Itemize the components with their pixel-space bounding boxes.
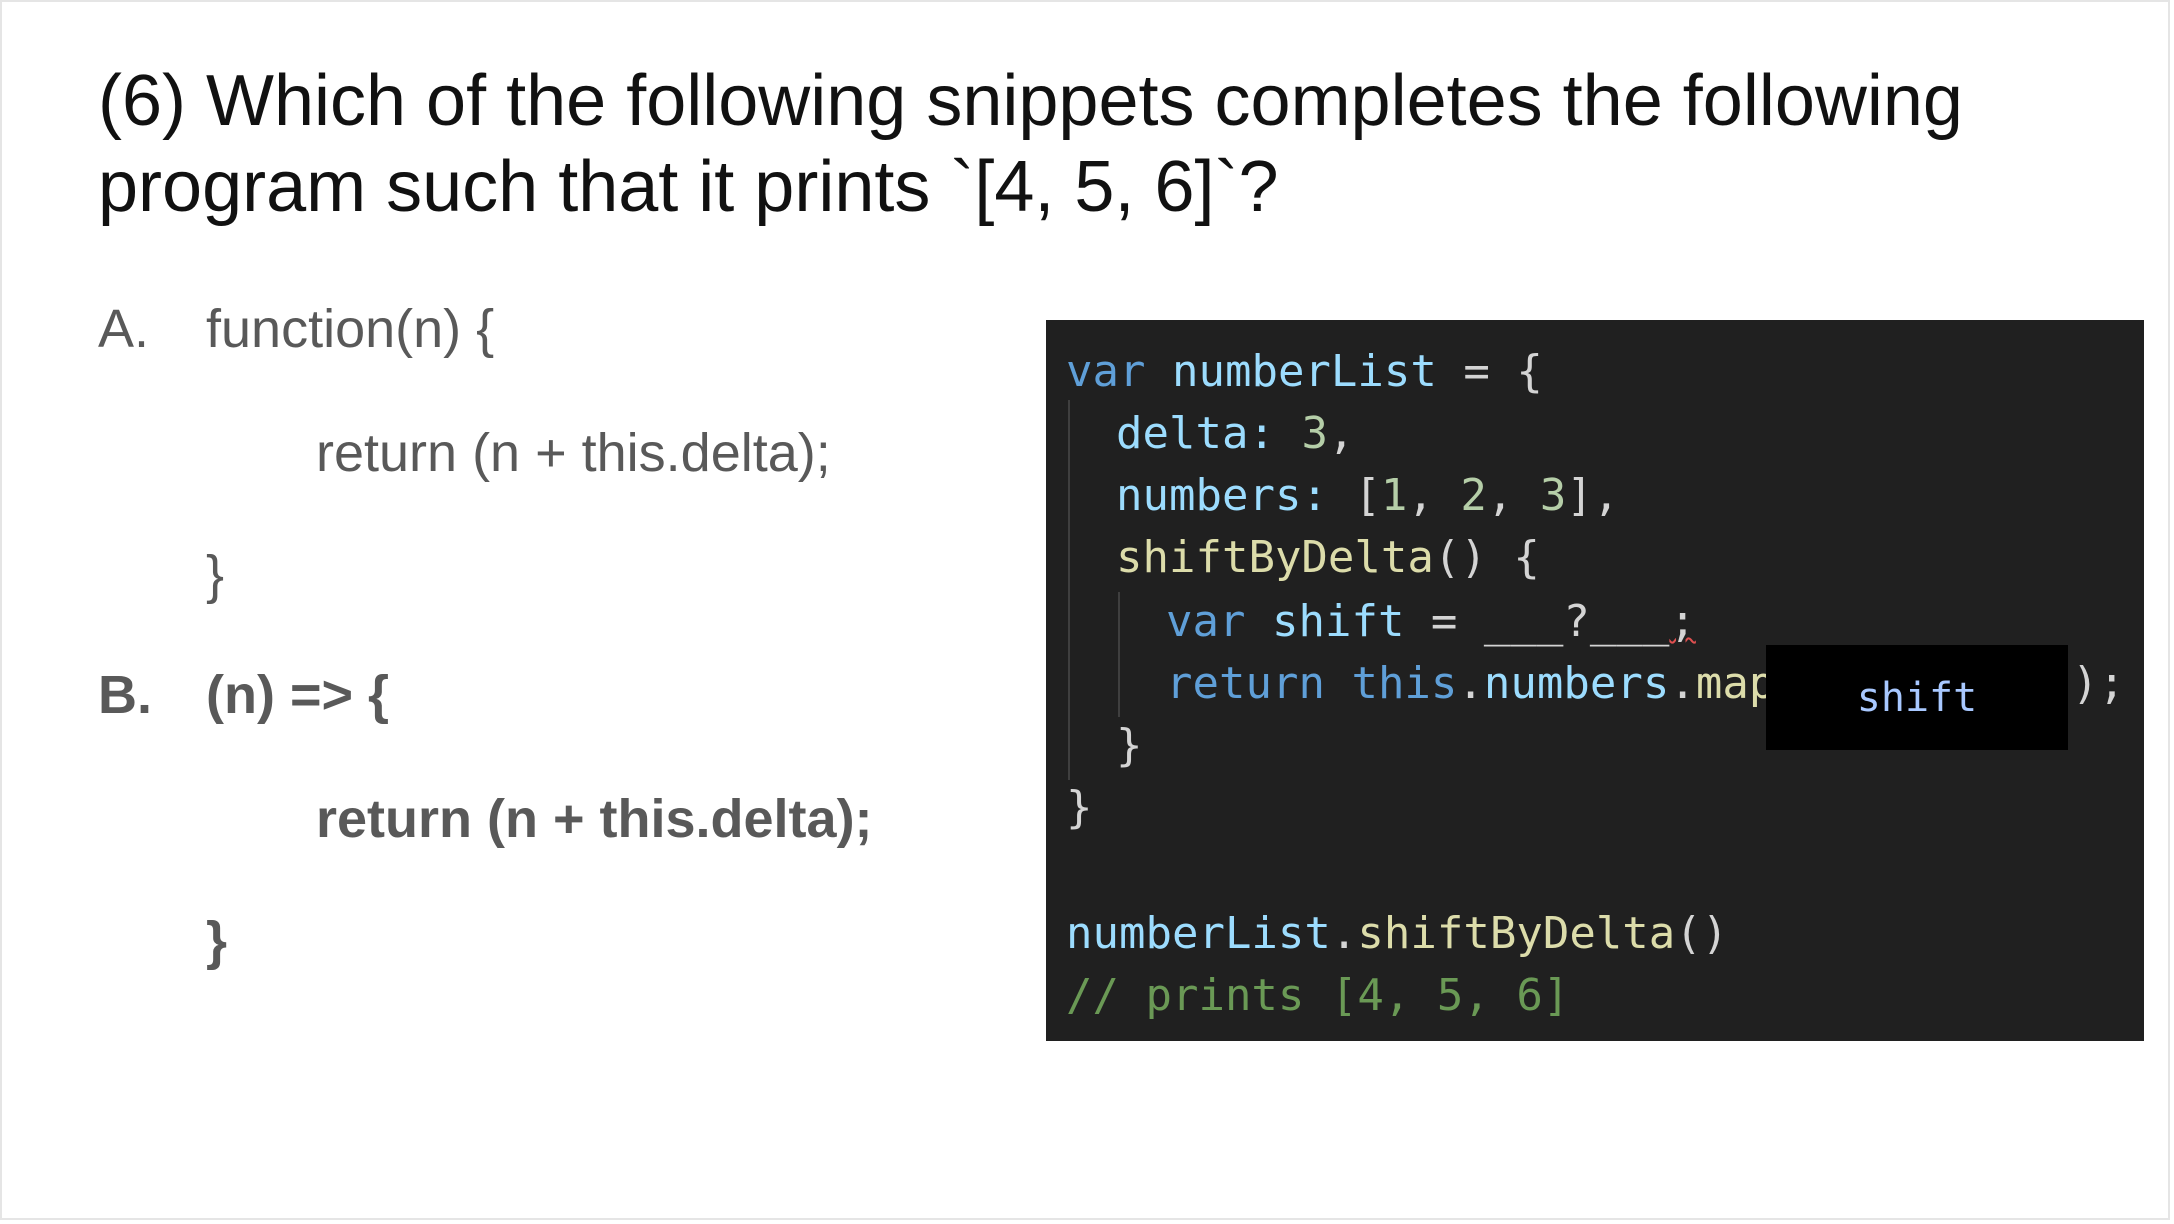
code-line: var numberList = { [1066,342,1543,402]
option-code-line: return (n + this.delta); [316,789,873,849]
code-token: } [1116,720,1143,771]
code-token: numberList [1171,346,1437,397]
code-token: 2 [1460,470,1487,521]
code-token: 1 [1380,470,1408,521]
code-token: , [1327,408,1355,459]
code-token: delta: [1116,408,1275,459]
indent-guide [1118,592,1120,717]
code-token: var [1166,596,1246,647]
code-token: = [1404,596,1484,647]
code-line: numbers: [1, 2, 3], [1116,466,1619,526]
option-letter: A. [98,299,150,359]
code-line: return this.numbers.map( [1166,654,1802,714]
code-token: shift [1271,596,1405,647]
question-line-2: program such that it prints `[4, 5, 6]`? [98,147,1279,227]
redaction-box: shift [1766,645,2068,750]
option-code-line: function(n) { [206,299,495,359]
code-comment: // prints [4, 5, 6] [1066,970,1570,1021]
code-token: map [1695,658,1776,709]
option-code-line: } [206,911,228,971]
indent-guide [1068,400,1070,780]
code-line: delta: 3, [1116,404,1354,464]
code-token: ; [1669,596,1696,647]
code-token: () [1675,908,1729,959]
code-line: // prints [4, 5, 6] [1066,966,1569,1026]
code-token: [ [1354,470,1381,521]
question-text: (6) Which of the following snippets comp… [98,58,2098,230]
code-token: = { [1436,346,1543,397]
code-token: , [1486,470,1540,521]
code-token: var [1066,346,1146,397]
option-letter: B. [98,665,152,725]
code-token: ___?___ [1483,596,1670,647]
code-token: this [1351,658,1458,709]
code-line: var shift = ___?___; [1166,592,1696,652]
code-token: numberList [1066,908,1331,959]
code-snippet-panel: var numberList = { delta: 3, numbers: [1… [1046,320,2144,1041]
code-token: . [1330,908,1358,959]
code-token: 3 [1539,470,1567,521]
code-token: . [1669,658,1696,709]
slide: (6) Which of the following snippets comp… [0,0,2170,1220]
code-token: numbers: [1116,470,1328,521]
code-token: } [1066,782,1093,833]
code-token: shiftByDelta [1116,532,1434,583]
redaction-label: shift [1856,674,1978,721]
code-token: 3 [1301,408,1328,459]
code-line: } [1066,778,1093,838]
code-line: } [1116,716,1143,776]
code-line: shiftByDelta() { [1116,528,1540,588]
option-code-line: return (n + this.delta); [316,423,831,483]
code-token: , [1407,470,1461,521]
code-token: ); [2072,658,2125,709]
code-token: . [1457,658,1484,709]
code-line: numberList.shiftByDelta() [1066,904,1728,964]
code-token: return [1166,658,1325,709]
question-line-1: (6) Which of the following snippets comp… [98,61,1963,141]
code-token: () { [1433,532,1540,583]
option-code-line: (n) => { [206,665,390,725]
code-token: shiftByDelta [1357,908,1676,959]
code-token: ], [1566,470,1620,521]
option-code-line: } [206,545,225,605]
code-token: numbers [1483,658,1670,709]
code-line: ); [2072,654,2125,714]
